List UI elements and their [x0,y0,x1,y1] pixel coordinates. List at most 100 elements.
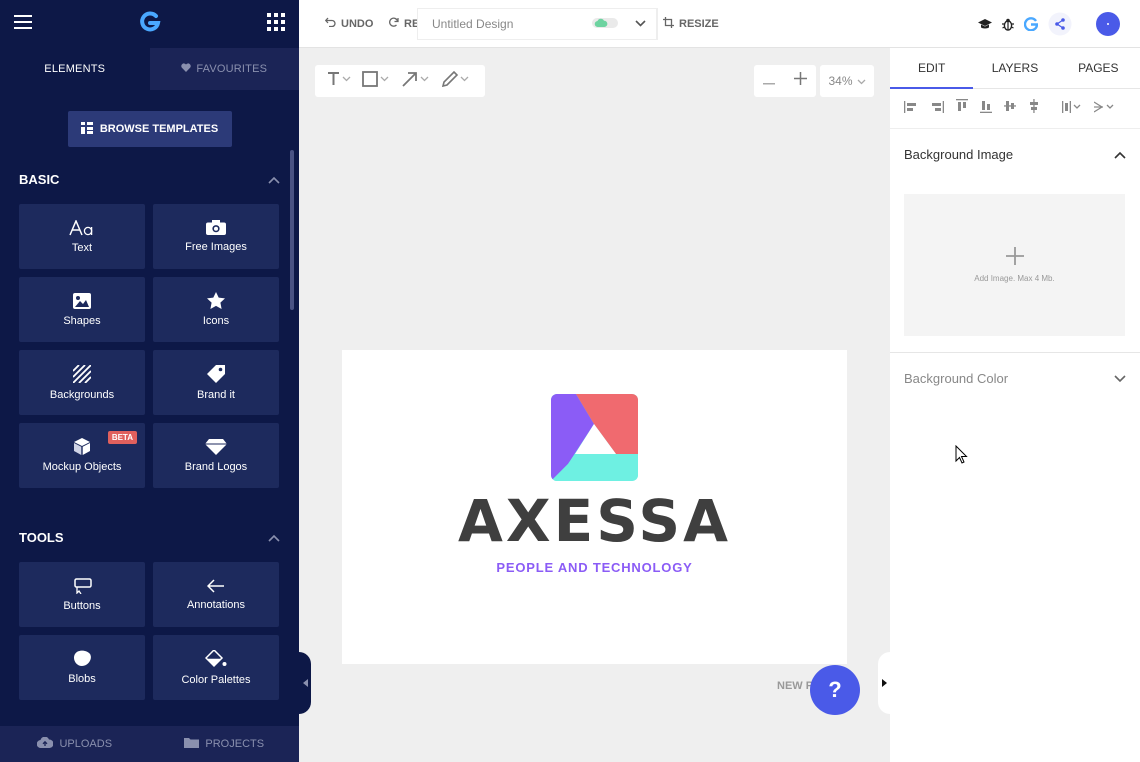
collapse-right-panel-handle[interactable] [878,652,890,714]
plus-icon [1005,247,1024,270]
tile-brand-it[interactable]: Brand it [153,350,279,415]
design-canvas-page[interactable]: AXESSA PEOPLE AND TECHNOLOGY [342,350,847,664]
undo-icon [324,17,336,30]
resize-button[interactable]: RESIZE [663,17,719,31]
tile-brand-logos[interactable]: Brand Logos [153,423,279,488]
mouse-cursor-icon [955,444,968,469]
chevron-up-icon[interactable] [1114,147,1126,162]
align-top-icon[interactable] [956,99,968,118]
chevron-up-icon[interactable] [268,530,280,545]
beta-badge: BETA [107,431,137,444]
save-status [592,17,618,32]
toolbar-divider [657,8,658,40]
tile-mockup-objects[interactable]: BETA Mockup Objects [19,423,145,488]
zoom-level-select[interactable]: 34% [820,65,874,97]
background-image-header[interactable]: Background Image [890,129,1140,179]
distribute-vertical-icon[interactable] [1093,100,1116,118]
align-middle-icon[interactable] [1028,99,1040,118]
templates-icon [80,121,93,137]
align-right-icon[interactable] [930,100,944,118]
collapse-left-panel-handle[interactable] [299,652,311,714]
brand-name-text[interactable]: AXESSA [342,492,847,550]
star-icon [207,292,225,309]
browse-templates-wrap: BROWSE TEMPLATES [0,90,299,168]
align-bottom-icon[interactable] [980,99,992,118]
chevron-left-icon [302,674,308,692]
shape-tool-button[interactable] [362,70,392,92]
text-tool-button[interactable] [328,71,352,91]
tile-free-images[interactable]: Free Images [153,204,279,269]
chevron-down-icon[interactable] [1114,371,1126,386]
blob-icon [72,650,92,667]
top-right-actions [978,12,1120,39]
sidebar-bottom-tabs: UPLOADS PROJECTS [0,726,299,762]
tab-layers[interactable]: LAYERS [973,48,1056,88]
chevron-down-icon[interactable] [635,18,646,30]
zoom-controls [754,65,816,97]
help-button[interactable]: ? [810,665,860,715]
google-icon[interactable] [1023,17,1039,34]
undo-button[interactable]: UNDO [324,17,373,30]
distribute-horizontal-icon[interactable] [1062,100,1082,118]
tile-text[interactable]: Text [19,204,145,269]
alignment-toolbar [890,89,1140,129]
sidebar-scrollbar[interactable] [290,150,294,310]
tile-shapes[interactable]: Shapes [19,277,145,342]
tagline-text[interactable]: PEOPLE AND TECHNOLOGY [342,560,847,575]
tools-grid: Buttons Annotations Blobs Color Palettes [0,562,299,700]
cube-icon [74,438,90,455]
button-icon [72,577,92,594]
tab-elements[interactable]: ELEMENTS [0,48,150,90]
redo-icon [388,17,399,30]
paint-bucket-icon [205,649,227,668]
folder-icon [184,737,200,751]
section-tools-header[interactable]: TOOLS [0,526,299,548]
chevron-down-icon [857,74,866,88]
camera-icon [206,220,226,235]
browse-templates-button[interactable]: BROWSE TEMPLATES [67,111,232,147]
tile-annotations[interactable]: Annotations [153,562,279,627]
hamburger-menu-icon[interactable] [14,14,32,34]
tab-projects[interactable]: PROJECTS [150,726,300,762]
background-image-upload[interactable]: Add Image. Max 4 Mb. [904,194,1125,336]
app-logo-icon[interactable] [139,10,161,38]
apps-grid-icon[interactable] [267,12,285,36]
tile-icons[interactable]: Icons [153,277,279,342]
cloud-upload-icon [37,736,54,751]
tile-blobs[interactable]: Blobs [19,635,145,700]
section-basic-header[interactable]: BASIC [0,168,299,190]
left-sidebar: ELEMENTS FAVOURITES BROWSE TEMPLATES BAS… [0,0,299,762]
right-panel-tabs: EDIT LAYERS PAGES [890,48,1140,89]
stripes-icon [73,364,91,383]
tab-favourites[interactable]: FAVOURITES [149,48,299,90]
tab-pages[interactable]: PAGES [1057,48,1140,88]
align-center-vertical-icon[interactable] [1004,99,1016,118]
tab-uploads[interactable]: UPLOADS [0,726,150,762]
tile-color-palettes[interactable]: Color Palettes [153,635,279,700]
zoom-in-icon[interactable] [793,72,807,90]
sidebar-header [0,0,299,48]
axessa-logo-icon[interactable] [551,394,638,481]
background-color-header[interactable]: Background Color [890,353,1140,403]
image-icon [73,292,91,309]
bug-icon[interactable] [1002,18,1014,34]
align-left-icon[interactable] [904,100,918,118]
heart-icon [181,63,192,75]
user-avatar[interactable] [1096,12,1120,39]
arrow-tool-button[interactable] [402,71,432,92]
tag-icon [207,364,225,383]
top-bar: UNDO REDO Untitled Design RESIZE [299,0,1140,48]
tab-edit[interactable]: EDIT [890,48,974,89]
zoom-out-icon[interactable] [763,72,776,90]
diamond-icon [205,438,227,455]
design-name-field[interactable]: Untitled Design [417,8,657,40]
share-icon[interactable] [1048,12,1072,39]
chevron-right-icon [881,674,887,692]
chevron-up-icon[interactable] [268,172,280,187]
draw-tools [315,65,485,97]
tile-buttons[interactable]: Buttons [19,562,145,627]
pen-tool-button[interactable] [441,70,472,92]
graduation-cap-icon[interactable] [978,18,992,33]
arrow-left-icon [207,578,225,593]
tile-backgrounds[interactable]: Backgrounds [19,350,145,415]
